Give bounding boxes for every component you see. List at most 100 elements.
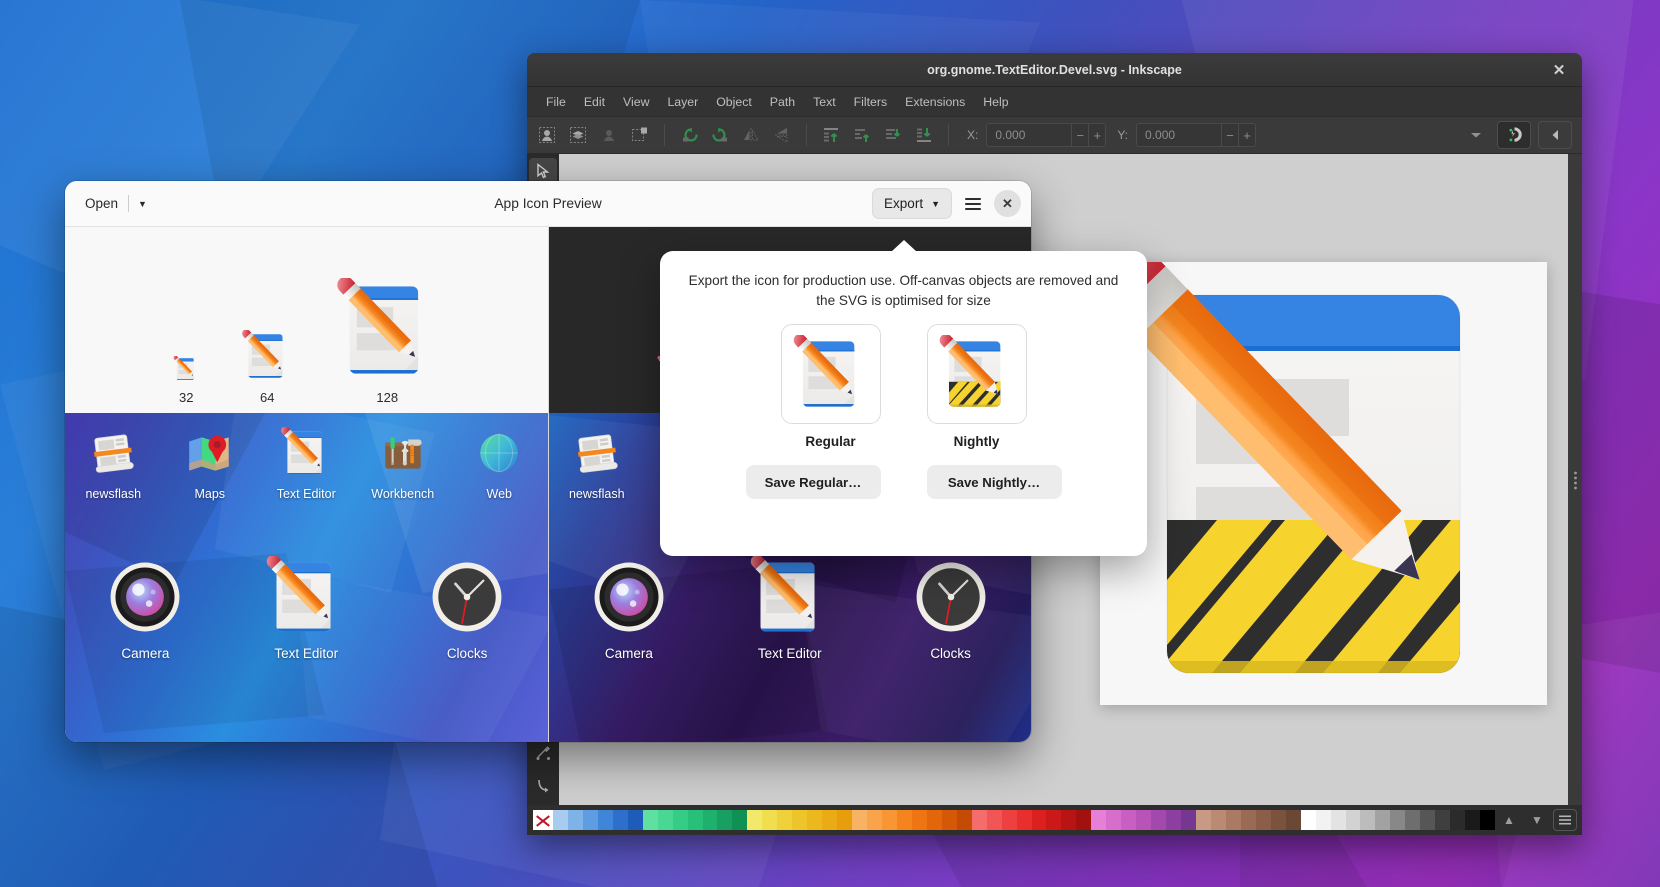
palette-swatch[interactable] [1166,810,1182,830]
inkscape-panel-handle[interactable] [1568,154,1582,805]
export-popover[interactable]: Export the icon for production use. Off-… [660,251,1147,556]
export-choice-nightly[interactable]: Nightly [926,324,1027,449]
palette-swatch[interactable] [1390,810,1406,830]
menu-help[interactable]: Help [974,91,1017,113]
palette-swatch[interactable] [1405,810,1421,830]
palette-swatch[interactable] [1091,810,1107,830]
palette-swatch[interactable] [1181,810,1196,830]
close-icon[interactable]: ✕ [1550,61,1568,79]
palette-swatch[interactable] [1345,810,1361,830]
palette-swatch[interactable] [1285,810,1301,830]
palette-swatch[interactable] [1330,810,1346,830]
palette-swatch[interactable] [777,810,793,830]
menu-extensions[interactable]: Extensions [896,91,974,113]
palette-swatch[interactable] [1255,810,1271,830]
palette-swatch[interactable] [1106,810,1122,830]
app-icon-clocks[interactable]: Clocks [387,556,548,688]
open-button[interactable]: Open ▼ [75,188,156,219]
deselect-icon[interactable] [595,122,623,148]
palette-swatch[interactable] [553,810,568,830]
x-increment-button[interactable]: + [1089,124,1105,146]
palette-swatch[interactable] [1300,810,1316,830]
palette-swatch[interactable] [597,810,613,830]
menu-edit[interactable]: Edit [575,91,614,113]
palette-swatch[interactable] [567,810,583,830]
palette-swatch[interactable] [1435,810,1451,830]
palette-swatch[interactable] [702,810,718,830]
palette-swatch[interactable] [1210,810,1226,830]
preview-headerbar[interactable]: Open ▼ App Icon Preview Export ▼ ✕ [65,181,1031,227]
chevron-down-icon[interactable]: ▼ [931,199,940,209]
y-coordinate-input[interactable]: 0.000 − + [1136,123,1257,147]
palette-swatch[interactable] [1360,810,1376,830]
palette-swatch[interactable] [762,810,778,830]
palette-swatch[interactable] [612,810,628,830]
palette-swatch[interactable] [941,810,957,830]
rotate-cw-icon[interactable] [706,122,734,148]
menu-view[interactable]: View [614,91,658,113]
select-all-in-objects-icon[interactable] [533,122,561,148]
menu-filters[interactable]: Filters [845,91,896,113]
export-choice-regular[interactable]: Regular [780,324,881,449]
invert-selection-icon[interactable] [626,122,654,148]
rotate-ccw-icon[interactable] [675,122,703,148]
inkscape-titlebar[interactable]: org.gnome.TextEditor.Devel.svg - Inkscap… [527,53,1582,87]
app-icon-camera[interactable]: Camera [549,556,710,688]
palette-swatch[interactable] [1046,810,1062,830]
palette-swatch[interactable] [642,810,658,830]
regular-icon-preview[interactable] [780,324,881,425]
palette-swatch[interactable] [717,810,733,830]
palette-swatch[interactable] [1076,810,1092,830]
palette-swatch[interactable] [1465,810,1481,830]
chevron-down-icon[interactable]: ▼ [1523,808,1551,832]
inkscape-commands-toolbar[interactable]: X: 0.000 − + Y: 0.000 − + [527,117,1582,154]
palette-swatch[interactable] [881,810,897,830]
chevron-up-icon[interactable]: ▲ [1495,808,1523,832]
palette-swatch[interactable] [986,810,1002,830]
y-increment-button[interactable]: + [1239,124,1255,146]
lower-to-bottom-icon[interactable] [910,122,938,148]
palette-swatch[interactable] [627,810,643,830]
raise-icon[interactable] [848,122,876,148]
nightly-icon-preview[interactable] [926,324,1027,425]
x-coordinate-input[interactable]: 0.000 − + [986,123,1107,147]
palette-swatch[interactable] [822,810,838,830]
flip-vertical-icon[interactable] [768,122,796,148]
palette-swatch[interactable] [747,810,763,830]
palette-swatch[interactable] [1061,810,1077,830]
palette-swatch[interactable] [837,810,853,830]
save-nightly-button[interactable]: Save Nightly… [926,465,1062,500]
save-regular-button[interactable]: Save Regular… [745,465,881,500]
snap-magnet-icon[interactable] [1497,121,1531,149]
palette-menu-icon[interactable] [1553,809,1577,831]
menu-path[interactable]: Path [761,91,804,113]
inkscape-statusbar[interactable]: ▲ ▼ [527,805,1582,835]
app-icon-text-editor[interactable]: Text Editor [226,556,387,688]
palette-swatch[interactable] [792,810,808,830]
app-icon-clocks[interactable]: Clocks [870,556,1031,688]
app-icon-camera[interactable]: Camera [65,556,226,688]
palette-swatch[interactable] [852,810,868,830]
hamburger-menu-icon[interactable] [958,189,988,219]
palette-swatch[interactable] [956,810,972,830]
x-decrement-button[interactable]: − [1072,124,1090,146]
palette-swatch[interactable] [1315,810,1331,830]
palette-swatch[interactable] [732,810,748,830]
palette-swatch[interactable] [911,810,927,830]
measure-tool-icon[interactable] [529,741,557,767]
collapse-left-icon[interactable] [1538,121,1572,149]
y-decrement-button[interactable]: − [1222,124,1240,146]
palette-swatch[interactable] [1420,810,1436,830]
palette-swatch[interactable] [926,810,942,830]
palette-swatch[interactable] [1450,810,1466,830]
no-color-icon[interactable] [533,810,553,830]
palette-swatch[interactable] [1375,810,1391,830]
menu-text[interactable]: Text [804,91,845,113]
lower-icon[interactable] [879,122,907,148]
palette-swatch[interactable] [1151,810,1167,830]
palette-swatch[interactable] [1121,810,1137,830]
app-icon-text-editor[interactable]: Text Editor [709,556,870,688]
flip-horizontal-icon[interactable] [737,122,765,148]
palette-swatch[interactable] [1270,810,1286,830]
inkscape-menubar[interactable]: File Edit View Layer Object Path Text Fi… [527,87,1582,117]
